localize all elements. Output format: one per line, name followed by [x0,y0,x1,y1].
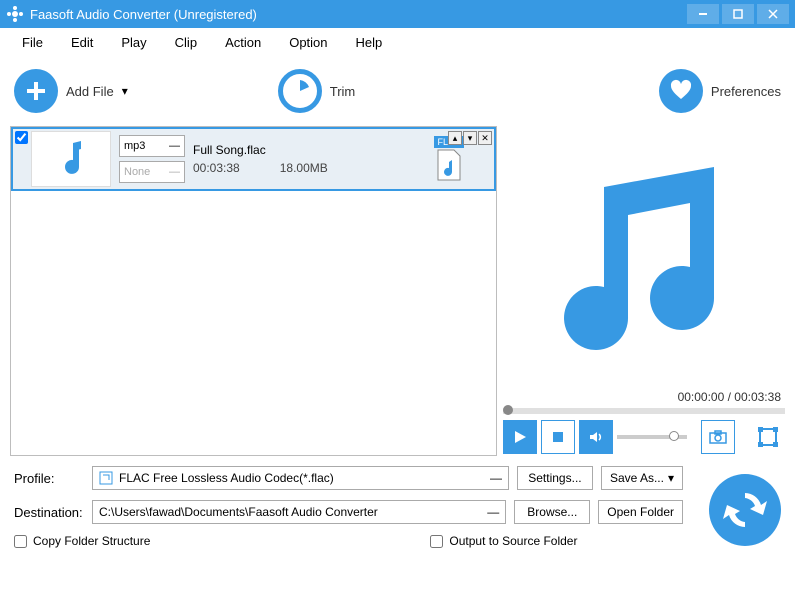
chevron-down-icon: — [487,505,499,519]
close-button[interactable] [757,4,789,24]
chevron-down-icon: — [490,471,502,485]
plus-icon [14,69,58,113]
menu-clip[interactable]: Clip [161,31,211,54]
window-title: Faasoft Audio Converter (Unregistered) [30,7,257,22]
minimize-button[interactable] [687,4,719,24]
stop-button[interactable] [541,420,575,454]
output-source-checkbox[interactable]: Output to Source Folder [430,534,577,548]
preview-pane [503,126,785,388]
trim-button[interactable]: Trim [278,69,356,113]
file-row[interactable]: mp3— None— Full Song.flac 00:03:38 18.00… [11,127,496,191]
profile-label: Profile: [14,471,84,486]
settings-button[interactable]: Settings... [517,466,593,490]
file-size: 18.00MB [280,161,328,175]
destination-field[interactable]: C:\Users\fawad\Documents\Faasoft Audio C… [92,500,506,524]
effect-dropdown[interactable]: None— [119,161,185,183]
snapshot-button[interactable] [701,420,735,454]
file-list: mp3— None— Full Song.flac 00:03:38 18.00… [10,126,497,456]
app-logo-icon [6,5,24,23]
add-file-label: Add File [66,84,114,99]
save-as-button[interactable]: Save As...▾ [601,466,683,490]
menu-play[interactable]: Play [107,31,160,54]
play-button[interactable] [503,420,537,454]
add-file-button[interactable]: Add File ▾ [14,69,128,113]
chevron-down-icon: ▾ [122,84,128,98]
menu-edit[interactable]: Edit [57,31,107,54]
preferences-button[interactable]: Preferences [659,69,781,113]
file-thumbnail [31,131,111,187]
trim-icon [278,69,322,113]
row-remove-button[interactable]: ✕ [478,131,492,145]
seek-slider[interactable] [503,408,785,414]
maximize-button[interactable] [722,4,754,24]
file-duration: 00:03:38 [193,161,240,175]
copy-folder-checkbox[interactable]: Copy Folder Structure [14,534,150,548]
time-display: 00:00:00 / 00:03:38 [503,388,785,406]
convert-button[interactable] [709,474,781,546]
file-name: Full Song.flac [193,143,328,157]
volume-button[interactable] [579,420,613,454]
menu-action[interactable]: Action [211,31,275,54]
preferences-label: Preferences [711,84,781,99]
volume-slider[interactable] [617,435,687,439]
refresh-icon [720,485,770,535]
row-down-button[interactable]: ▾ [463,131,477,145]
browse-button[interactable]: Browse... [514,500,590,524]
flac-icon [99,471,113,485]
open-folder-button[interactable]: Open Folder [598,500,683,524]
trim-label: Trim [330,84,356,99]
menu-help[interactable]: Help [342,31,397,54]
music-note-icon [534,147,754,367]
menu-file[interactable]: File [8,31,57,54]
file-checkbox[interactable] [15,131,28,144]
heart-icon [659,69,703,113]
fullscreen-button[interactable] [751,420,785,454]
row-up-button[interactable]: ▴ [448,131,462,145]
profile-dropdown[interactable]: FLAC Free Lossless Audio Codec(*.flac) — [92,466,509,490]
format-dropdown[interactable]: mp3— [119,135,185,157]
destination-label: Destination: [14,505,84,520]
menu-option[interactable]: Option [275,31,341,54]
